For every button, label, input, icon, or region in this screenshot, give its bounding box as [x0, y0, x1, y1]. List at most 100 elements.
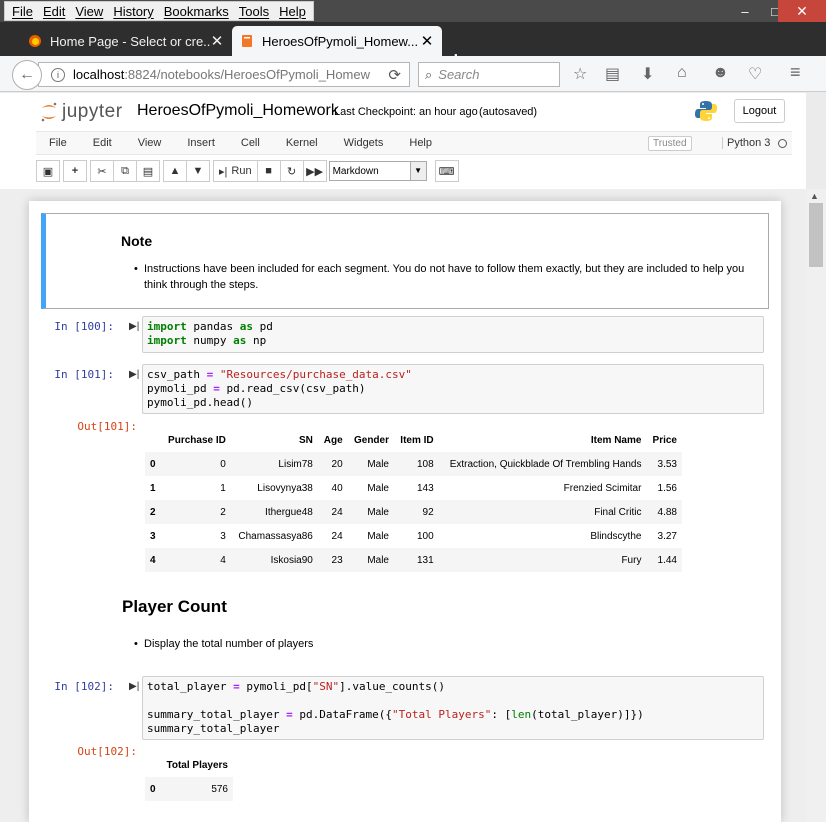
minimize-button[interactable]: – — [730, 0, 760, 22]
notebook-toolbar: ▣ + ✂ ⧉ ▤ ▲ ▼ ▸| Run ■ ↻ ▶▶ Markdown ▼ ⌨ — [36, 159, 459, 183]
jupyter-logo[interactable]: jupyter — [40, 101, 123, 123]
code-editor-in102[interactable]: total_player = pymoli_pd["SN"].value_cou… — [142, 676, 764, 740]
menu-history[interactable]: History — [108, 4, 158, 19]
scroll-up-icon[interactable]: ▲ — [810, 191, 819, 201]
collapse-toggle-icon[interactable]: ▶| — [129, 681, 139, 692]
collapse-toggle-icon[interactable]: ▶| — [129, 369, 139, 380]
restart-icon: ↻ — [286, 165, 297, 178]
table-cell: 100 — [416, 530, 434, 542]
reload-icon[interactable]: ⟳ — [388, 66, 401, 84]
info-icon[interactable]: i — [51, 67, 65, 82]
nb-menu-insert[interactable]: Insert — [174, 137, 228, 149]
table-cell: Ithergue48 — [265, 506, 313, 518]
cell-type-value: Markdown — [332, 165, 379, 177]
run-button[interactable]: ▸| Run — [213, 160, 258, 182]
table-cell: Lisim78 — [278, 458, 313, 470]
vertical-scrollbar[interactable]: ▲ — [806, 189, 826, 822]
input-prompt: In [100]: — [54, 320, 114, 333]
collapse-toggle-icon[interactable]: ▶| — [129, 321, 139, 332]
checkpoint-status: Last Checkpoint: an hour ago — [334, 106, 478, 118]
close-tab-icon[interactable]: ✕ — [420, 32, 434, 50]
arrow-down-icon: ▼ — [192, 165, 204, 177]
emoji-icon[interactable]: ☻ — [712, 64, 729, 82]
back-button[interactable]: ← — [12, 60, 42, 90]
menu-file[interactable]: File — [7, 4, 38, 19]
notebook-title[interactable]: HeroesOfPymoli_Homework — [137, 102, 339, 120]
restart-run-all-button[interactable]: ▶▶ — [302, 160, 327, 182]
input-prompt: In [102]: — [54, 680, 114, 693]
tab-home-page[interactable]: Home Page - Select or cre... ✕ — [20, 26, 232, 56]
command-palette-button[interactable]: ⌨ — [434, 160, 459, 182]
url-text: localhost:8824/notebooks/HeroesOfPymoli_… — [73, 67, 373, 82]
input-prompt: In [101]: — [54, 368, 114, 381]
nb-menu-kernel[interactable]: Kernel — [273, 137, 331, 149]
menu-edit[interactable]: Edit — [38, 4, 70, 19]
table-cell: 143 — [416, 482, 434, 494]
table-cell: Male — [367, 554, 389, 566]
code-editor-in100[interactable]: import pandas as pd import numpy as np — [142, 316, 764, 353]
stop-icon: ■ — [265, 165, 272, 177]
pocket-icon[interactable]: ♡ — [748, 64, 762, 84]
column-header: Price — [652, 434, 677, 446]
chevron-down-icon: ▼ — [409, 162, 426, 180]
nb-menu-view[interactable]: View — [125, 137, 175, 149]
bookmark-star-icon[interactable]: ☆ — [573, 64, 587, 84]
nb-menu-cell[interactable]: Cell — [228, 137, 273, 149]
paste-button[interactable]: ▤ — [136, 160, 160, 182]
jupyter-header: jupyter HeroesOfPymoli_Homework Last Che… — [0, 93, 806, 189]
library-icon[interactable]: ▤ — [605, 64, 620, 84]
trusted-badge[interactable]: Trusted — [648, 136, 692, 151]
code-editor-in101[interactable]: csv_path = "Resources/purchase_data.csv"… — [142, 364, 764, 414]
insert-cell-button[interactable]: + — [63, 160, 87, 182]
tab-notebook[interactable]: HeroesOfPymoli_Homew... ✕ — [232, 26, 442, 56]
tab-strip: Home Page - Select or cre... ✕ HeroesOfP… — [0, 22, 826, 71]
notebook-icon — [242, 35, 252, 47]
move-up-button[interactable]: ▲ — [163, 160, 187, 182]
output-prompt: Out[101]: — [77, 420, 137, 433]
nb-menu-file[interactable]: File — [36, 137, 80, 149]
column-header: Purchase ID — [168, 434, 226, 446]
restart-button[interactable]: ↻ — [279, 160, 304, 182]
table-row: 3 3 Chamassasya86 24 Male 100 Blindscythe 3.27 — [145, 524, 682, 548]
nb-menu-help[interactable]: Help — [396, 137, 445, 149]
search-input[interactable]: ⌕ Search — [418, 62, 560, 87]
close-tab-icon[interactable]: ✕ — [210, 32, 224, 50]
menu-help[interactable]: Help — [274, 4, 311, 19]
table-cell: Fury — [621, 554, 642, 566]
table-cell: 92 — [422, 506, 434, 518]
search-placeholder: Search — [438, 67, 480, 82]
hamburger-menu-icon[interactable]: ≡ — [790, 62, 801, 83]
table-cell: 1.56 — [657, 482, 677, 494]
move-down-button[interactable]: ▼ — [186, 160, 210, 182]
download-icon[interactable]: ⬇ — [641, 64, 654, 84]
scrollbar-thumb[interactable] — [809, 203, 823, 267]
row-index: 2 — [150, 506, 156, 518]
output-prompt: Out[102]: — [77, 745, 137, 758]
menu-bookmarks[interactable]: Bookmarks — [159, 4, 234, 19]
note-bullet-line2: think through the steps. — [144, 279, 259, 291]
url-bar[interactable]: i localhost:8824/notebooks/HeroesOfPymol… — [38, 62, 410, 87]
interrupt-button[interactable]: ■ — [256, 160, 281, 182]
logout-button[interactable]: Logout — [734, 99, 785, 123]
row-index: 1 — [150, 482, 156, 494]
cell-type-select[interactable]: Markdown ▼ — [328, 161, 427, 181]
url-host: localhost — [73, 67, 125, 82]
table-cell: 23 — [331, 554, 343, 566]
table-cell: 4 — [220, 554, 226, 566]
save-icon: ▣ — [42, 165, 54, 178]
close-window-button[interactable]: ✕ — [778, 0, 826, 22]
copy-button[interactable]: ⧉ — [113, 160, 137, 182]
run-label: Run — [231, 165, 252, 177]
menu-view[interactable]: View — [70, 4, 108, 19]
row-index: 4 — [150, 554, 156, 566]
menu-tools[interactable]: Tools — [234, 4, 274, 19]
save-button[interactable]: ▣ — [36, 160, 60, 182]
nb-menu-widgets[interactable]: Widgets — [331, 137, 397, 149]
column-header: Age — [323, 434, 343, 446]
jupyter-logo-icon — [41, 102, 57, 122]
nb-menu-edit[interactable]: Edit — [80, 137, 125, 149]
table-cell: 24 — [331, 530, 343, 542]
table-cell: 40 — [331, 482, 343, 494]
home-icon[interactable]: ⌂ — [677, 64, 687, 82]
cut-button[interactable]: ✂ — [90, 160, 114, 182]
